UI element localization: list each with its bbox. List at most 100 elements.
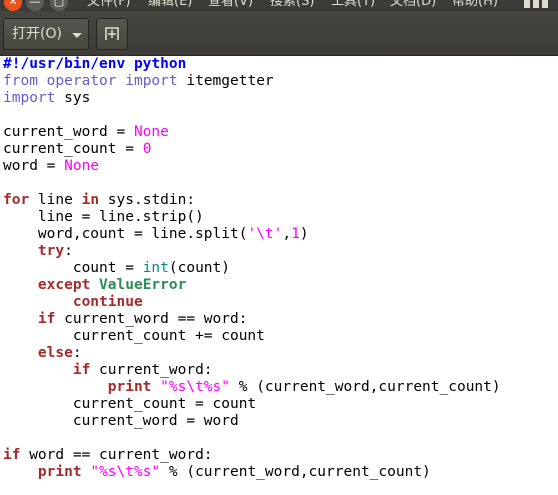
code-token: import <box>125 73 178 89</box>
code-line: print "%s\t%s" % (current_word,current_c… <box>3 379 501 396</box>
menu-view[interactable]: 查看(V) <box>208 0 253 9</box>
code-line: current_word = None <box>3 124 501 141</box>
code-token: ) <box>299 226 309 242</box>
minimize-window-button[interactable]: — <box>26 0 44 11</box>
code-token: except <box>37 277 91 293</box>
code-token: if <box>37 311 56 327</box>
text-editor[interactable]: #!/usr/bin/env python from operator impor… <box>0 56 558 495</box>
toolbar: 打开(O) <box>0 11 558 56</box>
code-token: None <box>133 124 169 140</box>
chevron-down-icon <box>72 33 82 38</box>
code-token: line = line.strip() <box>3 209 204 225</box>
menu-documents[interactable]: 文档(D) <box>390 0 436 9</box>
code-line: current_count = 0 <box>3 141 501 158</box>
open-button-label: 打开(O) <box>12 26 62 42</box>
code-token: count = <box>3 260 143 276</box>
code-line: #!/usr/bin/env python <box>3 56 501 73</box>
code-line: current_count += count <box>3 328 501 345</box>
code-token: line <box>29 192 82 208</box>
code-token: if <box>3 447 21 463</box>
code-token: print <box>37 464 82 480</box>
code-line: import sys <box>3 90 501 107</box>
code-line: if current_word: <box>3 362 501 379</box>
code-token: #!/usr/bin/env python <box>3 56 187 72</box>
code-token: 1 <box>291 226 300 242</box>
code-token: ValueError <box>99 277 187 293</box>
code-line: line = line.strip() <box>3 209 501 226</box>
code-line: continue <box>3 294 501 311</box>
code-token: current_count = <box>3 141 143 157</box>
code-token: import <box>3 90 56 106</box>
menu-file[interactable]: 文件(F) <box>87 0 131 9</box>
code-token: current_count = count <box>3 396 257 412</box>
code-line: count = int(count) <box>3 260 501 277</box>
code-line: if current_word == word: <box>3 311 501 328</box>
menu-help[interactable]: 帮助(H) <box>452 0 498 9</box>
code-line: for line in sys.stdin: <box>3 192 501 209</box>
code-token: from <box>3 73 38 89</box>
code-token: current_word = <box>3 124 134 140</box>
new-document-button[interactable] <box>96 18 128 50</box>
menu-search[interactable]: 搜索(S) <box>270 0 314 9</box>
code-token: itemgetter <box>177 73 274 89</box>
code-line: else: <box>3 345 501 362</box>
code-token: else <box>37 345 73 361</box>
code-line: word = None <box>3 158 501 175</box>
code-token: for <box>3 192 30 208</box>
close-window-button[interactable]: ✕ <box>4 0 22 11</box>
code-token: word,count = line.split( <box>3 226 248 242</box>
maximize-window-button[interactable]: ▢ <box>50 0 68 11</box>
code-view[interactable]: #!/usr/bin/env python from operator impor… <box>3 56 501 481</box>
code-token: : <box>64 243 73 259</box>
code-token: current_word == word: <box>55 311 248 327</box>
code-token: "%s\t%s" <box>90 464 161 480</box>
code-token: operator <box>46 73 117 89</box>
code-token: '\t' <box>247 226 283 242</box>
minimize-icon: — <box>29 0 41 8</box>
open-button[interactable]: 打开(O) <box>3 18 89 50</box>
network-icon[interactable] <box>524 0 550 8</box>
menubar: ✕ — ▢ 文件(F) 编辑(E) 查看(V) 搜索(S) 工具(T) 文档(D… <box>0 0 558 11</box>
code-token: % (current_word,current_count) <box>160 464 431 480</box>
code-line: from operator import itemgetter <box>3 73 501 90</box>
code-line: try: <box>3 243 501 260</box>
new-document-icon <box>105 27 119 40</box>
code-token: current_word: <box>90 362 213 378</box>
code-token: % (current_word,current_count) <box>230 379 501 395</box>
code-token: current_word = word <box>3 413 239 429</box>
maximize-icon: ▢ <box>53 0 65 8</box>
menu-tools[interactable]: 工具(T) <box>331 0 375 9</box>
code-token: in <box>81 192 100 208</box>
code-token: None <box>64 158 100 174</box>
code-line: print "%s\t%s" % (current_word,current_c… <box>3 464 501 481</box>
code-token: word = <box>3 158 65 174</box>
code-token: print <box>107 379 152 395</box>
menu-edit[interactable]: 编辑(E) <box>148 0 192 9</box>
code-token: try <box>37 243 65 259</box>
code-token: int <box>142 260 169 276</box>
code-line: current_word = word <box>3 413 501 430</box>
code-line: word,count = line.split('\t',1) <box>3 226 501 243</box>
code-token: , <box>282 226 292 242</box>
close-icon: ✕ <box>8 0 18 8</box>
code-line: current_count = count <box>3 396 501 413</box>
code-token: "%s\t%s" <box>160 379 230 395</box>
code-token: if <box>72 362 91 378</box>
code-token: sys.stdin: <box>99 192 196 208</box>
code-token: continue <box>72 294 143 310</box>
